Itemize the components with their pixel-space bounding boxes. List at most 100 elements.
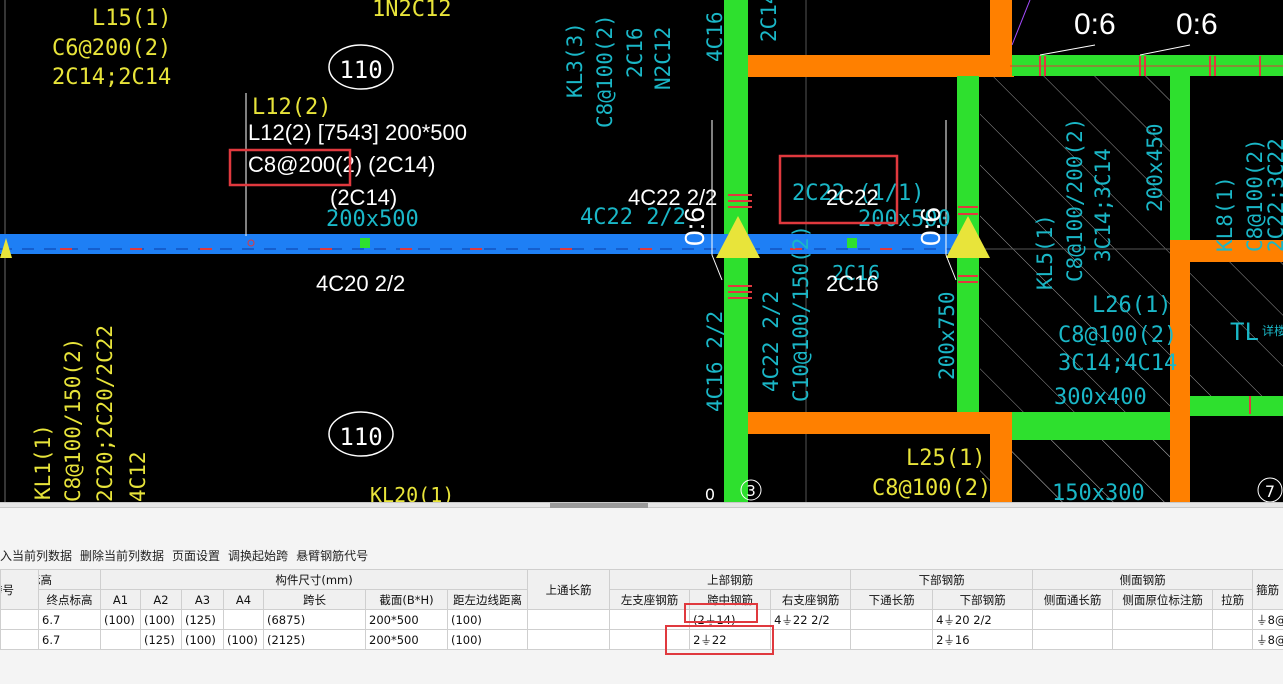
cell-top-through[interactable]	[527, 629, 611, 650]
header-left-support: 左支座钢筋	[609, 589, 691, 610]
offset-label: 0:6	[915, 207, 946, 246]
cell-mid-span[interactable]: 2⏚22	[689, 629, 772, 650]
vlabel-kl5: KL5(1)	[1033, 214, 1057, 290]
cell-a1[interactable]: (100)	[100, 609, 141, 630]
cell-tie[interactable]	[1212, 629, 1254, 650]
cell-a4[interactable]: (100)	[223, 629, 264, 650]
orange-beam-top[interactable]	[724, 55, 1014, 77]
vlabel-kl5-stirrup: C8@100/200(2)	[1063, 118, 1087, 282]
cell-span-no[interactable]	[0, 629, 39, 650]
cell-bottom-main[interactable]: 4⏚20 2/2	[932, 609, 1034, 630]
cell-bottom-through[interactable]	[850, 629, 934, 650]
beam-label-l15: L15(1)	[92, 6, 171, 31]
beam-label-kl20: KL20(1)	[370, 483, 454, 502]
support-rebar-label[interactable]: 4C22 2/2	[628, 185, 717, 210]
cell-stirrup[interactable]: ⏚8@	[1252, 629, 1283, 650]
header-side-rebar: 侧面钢筋	[1032, 569, 1254, 590]
beam-label-l25: L25(1)	[906, 446, 985, 471]
cell-a3[interactable]: (125)	[181, 609, 224, 630]
cell-offset[interactable]: (100)	[446, 629, 529, 650]
cell-bottom-through[interactable]	[850, 609, 934, 630]
header-mid-span: 跨中钢筋	[689, 589, 772, 610]
vlabel-mid-col-d: 200x750	[935, 291, 959, 380]
beam-annotation-stirrup[interactable]: C8@200(2) (2C14)	[248, 152, 435, 177]
beam-section-l26: 300x400	[1054, 385, 1147, 410]
header-bottom-through: 下通长筋	[850, 589, 934, 610]
mid-span-top-label[interactable]: 2C22	[826, 185, 879, 210]
grip-point[interactable]	[847, 238, 857, 248]
cell-a2[interactable]: (125)	[140, 629, 182, 650]
table-row: 6.7 (125) (100) (100) (2125) 200*500 (10…	[0, 629, 1283, 650]
cell-section[interactable]: 200*500	[365, 609, 448, 630]
delete-column-button[interactable]: 删除当前列数据	[80, 547, 164, 564]
cell-side-through[interactable]	[1032, 609, 1114, 630]
cell-span-length[interactable]: (6875)	[263, 609, 366, 630]
vlabel-kl1: KL1(1)	[31, 424, 55, 500]
elevation-value: 110	[339, 56, 382, 84]
cell-a3[interactable]: (100)	[181, 629, 224, 650]
insert-column-button[interactable]: 插入当前列数据	[0, 547, 72, 564]
orange-beam-top-v[interactable]	[990, 0, 1012, 77]
orange-beam-bottom[interactable]	[724, 412, 1014, 434]
header-tie: 拉筋	[1212, 589, 1254, 610]
cell-stirrup[interactable]: ⏚8@	[1252, 609, 1283, 630]
header-stirrup: 箍筋	[1252, 569, 1283, 610]
green-beam-right-v[interactable]	[1170, 76, 1190, 240]
cell-top-through[interactable]	[527, 609, 611, 630]
cell-end-elev[interactable]: 6.7	[38, 609, 101, 630]
cell-bottom-main[interactable]: 2⏚16	[932, 629, 1034, 650]
cell-a1[interactable]	[100, 629, 141, 650]
cell-mid-span[interactable]: (2⏚14)	[689, 609, 772, 630]
swap-start-span-button[interactable]: 调换起始跨	[228, 547, 288, 564]
cell-left-support[interactable]	[609, 629, 691, 650]
offset-label: 0:6	[1074, 8, 1116, 41]
green-beam-far-right[interactable]	[1190, 396, 1283, 416]
header-bottom-rebar: 下部钢筋	[850, 569, 1034, 590]
offset-label: 0:6	[1176, 8, 1218, 41]
header-a2: A2	[140, 589, 182, 610]
beam-stirrup-l25: C8@100(2)	[872, 476, 991, 501]
vlabel-kl3-small: 4C16 2/2	[703, 0, 727, 62]
header-right-support: 右支座钢筋	[770, 589, 852, 610]
vlabel-kl5-section: 200x450	[1143, 123, 1167, 212]
header-offset: 距左边线距离	[446, 589, 529, 610]
cell-side-through[interactable]	[1032, 629, 1114, 650]
vlabel-kl1-side: 4C12	[126, 451, 150, 502]
cell-right-support[interactable]: 4⏚22 2/2	[770, 609, 852, 630]
cell-span-no[interactable]	[0, 609, 39, 630]
beam-rebar-l15: 2C14;2C14	[52, 65, 171, 90]
vlabel-kl3: KL3(3)	[563, 22, 587, 98]
offset-label: 0:6	[679, 207, 710, 246]
grip-point[interactable]	[360, 238, 370, 248]
cad-drawing-canvas[interactable]: 110 110 3 7 0 L15(1) C6@200(2) 2C14;2C14…	[0, 0, 1283, 502]
table-toolbar: 插入当前列数据 删除当前列数据 页面设置 调换起始跨 悬臂钢筋代号	[0, 544, 376, 566]
vlabel-mid-col-b: 4C22 2/2	[759, 291, 783, 392]
cell-tie[interactable]	[1212, 609, 1254, 630]
cell-end-elev[interactable]: 6.7	[38, 629, 101, 650]
header-elevation: 标高	[38, 569, 101, 590]
cell-left-support[interactable]	[609, 609, 691, 630]
page-setup-button[interactable]: 页面设置	[172, 547, 220, 564]
selected-beam-l12[interactable]	[0, 234, 968, 254]
vlabel-kl1-stirrup: C8@100/150(2)	[61, 338, 85, 502]
beam-annotation-top-through[interactable]: (2C14)	[330, 185, 397, 210]
cell-section[interactable]: 200*500	[365, 629, 448, 650]
header-side-orig: 侧面原位标注筋	[1112, 589, 1214, 610]
bottom-rebar-label[interactable]: 4C20 2/2	[316, 271, 405, 296]
cell-a2[interactable]: (100)	[140, 609, 182, 630]
bottom-rebar-label-2[interactable]: 2C16	[826, 271, 879, 296]
cell-a4[interactable]	[223, 609, 264, 630]
beam-stirrup-l26: C8@100(2)	[1058, 323, 1177, 348]
table-row: 6.7 (100) (100) (125) (6875) 200*500 (10…	[0, 609, 1283, 630]
cell-right-support[interactable]	[770, 629, 852, 650]
vlabel-kl8-rebar: 2C22;3C22	[1264, 138, 1283, 252]
orange-beam-bottom-v[interactable]	[990, 412, 1012, 502]
green-beam-bottom-right[interactable]	[1012, 412, 1170, 440]
vlabel-kl1-rebar: 2C20;2C20/2C22	[93, 325, 117, 502]
cell-side-orig[interactable]	[1112, 609, 1214, 630]
beam-annotation-header[interactable]: L12(2) [7543] 200*500	[248, 120, 467, 145]
cell-span-length[interactable]: (2125)	[263, 629, 366, 650]
cell-side-orig[interactable]	[1112, 629, 1214, 650]
cell-offset[interactable]: (100)	[446, 609, 529, 630]
cantilever-code-button[interactable]: 悬臂钢筋代号	[296, 547, 368, 564]
